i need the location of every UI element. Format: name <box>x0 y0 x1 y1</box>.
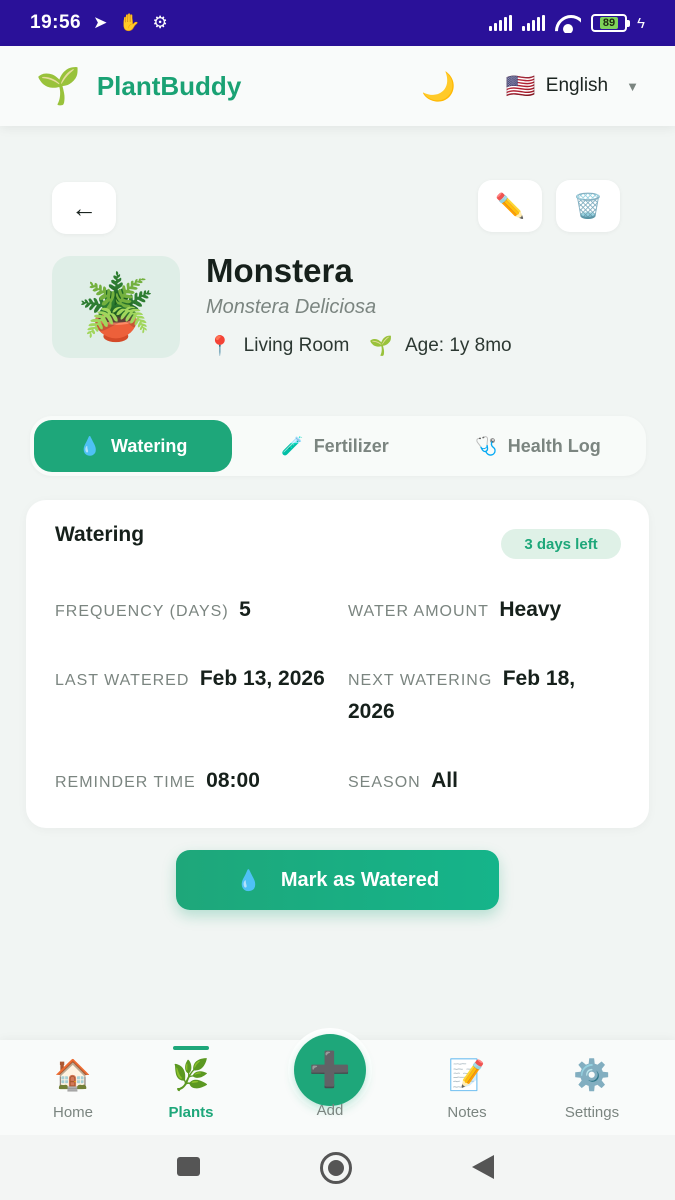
nav-plants[interactable]: 🌿 Plants <box>131 1040 251 1135</box>
arrow-left-icon: ← <box>71 192 97 223</box>
battery-level: 89 <box>599 17 619 29</box>
field-label: FREQUENCY (DAYS) <box>55 603 229 620</box>
plant-image: 🪴 <box>52 256 180 358</box>
stethoscope-icon: 🩺 <box>475 435 498 456</box>
water-drop-icon: 💧 <box>235 869 261 892</box>
water-amount-field: WATER AMOUNT Heavy <box>348 594 618 627</box>
gear-icon: ⚙ <box>152 13 168 32</box>
tab-fertilizer[interactable]: 🧪 Fertilizer <box>232 420 438 472</box>
tab-label: Fertilizer <box>313 435 389 456</box>
mark-as-watered-button[interactable]: 💧 Mark as Watered <box>176 850 499 910</box>
potted-plant-icon: 🪴 <box>76 270 156 343</box>
field-value: 08:00 <box>206 769 260 792</box>
nav-label: Plants <box>168 1104 214 1121</box>
field-label: WATER AMOUNT <box>348 603 489 620</box>
plant-location: 📍 Living Room <box>208 334 349 358</box>
tab-label: Health Log <box>507 435 601 456</box>
tab-health-log[interactable]: 🩺 Health Log <box>438 420 638 472</box>
active-indicator <box>173 1046 209 1050</box>
test-tube-icon: 🧪 <box>281 435 304 456</box>
telegram-icon: ➤ <box>93 13 108 32</box>
field-label: REMINDER TIME <box>55 774 196 791</box>
app-title: PlantBuddy <box>96 70 242 101</box>
memo-icon: 📝 <box>448 1059 486 1092</box>
charging-icon: ϟ <box>637 14 645 32</box>
plant-name: Monstera <box>206 252 353 289</box>
status-system-icons: 89 ϟ <box>489 13 645 33</box>
battery-icon: 89 <box>591 14 631 32</box>
plant-meta: 📍 Living Room 🌱 Age: 1y 8mo <box>208 334 512 358</box>
pin-icon: 📍 <box>208 336 232 357</box>
field-value: Heavy <box>499 598 562 621</box>
wifi-icon <box>555 13 581 33</box>
sprout-icon: 🌱 <box>369 336 393 357</box>
water-drop-icon: 💧 <box>78 435 102 456</box>
back-button[interactable]: ← <box>52 182 116 234</box>
plus-icon: ➕ <box>308 1051 352 1089</box>
add-plant-button[interactable]: ➕ <box>288 1028 372 1112</box>
next-watering-field: NEXT WATERING Feb 18, 2026 <box>348 663 618 729</box>
season-field: SEASON All <box>348 765 618 798</box>
watering-card: Watering 3 days left FREQUENCY (DAYS) 5 … <box>26 500 649 828</box>
back-triangle-icon[interactable] <box>472 1155 494 1179</box>
recent-apps-icon[interactable] <box>177 1157 200 1176</box>
signal-icon <box>489 15 513 31</box>
field-label: LAST WATERED <box>55 672 190 689</box>
nav-settings[interactable]: ⚙️ Settings <box>532 1040 652 1135</box>
plant-location-label: Living Room <box>243 335 350 356</box>
field-value: All <box>431 769 458 792</box>
language-selector[interactable]: 🇺🇸 English ▼ <box>506 72 639 101</box>
last-watered-field: LAST WATERED Feb 13, 2026 <box>55 663 325 696</box>
plant-scientific-name: Monstera Deliciosa <box>206 296 377 318</box>
care-tabs: 💧 Watering 🧪 Fertilizer 🩺 Health Log <box>30 416 646 476</box>
nav-label: Home <box>52 1104 93 1121</box>
delete-button[interactable]: 🗑️ <box>556 180 620 232</box>
tab-watering[interactable]: 💧 Watering <box>34 420 232 472</box>
signal-icon-2 <box>522 15 546 31</box>
language-label: English <box>545 75 609 96</box>
chevron-down-icon: ▼ <box>626 78 639 94</box>
gear-icon: ⚙️ <box>573 1059 611 1092</box>
plant-age-label: Age: 1y 8mo <box>404 335 512 356</box>
system-nav-bar <box>0 1135 675 1200</box>
house-icon: 🏠 <box>54 1059 92 1092</box>
herb-icon: 🌿 <box>172 1059 210 1092</box>
nav-label: Settings <box>564 1104 620 1121</box>
frequency-field: FREQUENCY (DAYS) 5 <box>55 594 325 627</box>
sprout-logo-icon: 🌱 <box>36 65 81 106</box>
nav-home[interactable]: 🏠 Home <box>13 1040 133 1135</box>
status-time: 19:56 <box>30 12 82 33</box>
add-fab-circle: ➕ <box>294 1034 366 1106</box>
tab-label: Watering <box>111 435 188 456</box>
reminder-time-field: REMINDER TIME 08:00 <box>55 765 325 798</box>
plant-age: 🌱 Age: 1y 8mo <box>369 334 511 358</box>
nav-notes[interactable]: 📝 Notes <box>407 1040 527 1135</box>
nav-label: Notes <box>447 1104 487 1121</box>
days-left-badge: 3 days left <box>501 529 621 559</box>
field-value: Feb 13, 2026 <box>199 667 325 690</box>
us-flag-icon: 🇺🇸 <box>505 72 536 100</box>
mark-as-watered-label: Mark as Watered <box>280 868 440 891</box>
dark-mode-toggle-icon[interactable]: 🌙 <box>421 70 456 103</box>
field-value: 5 <box>239 598 251 621</box>
card-title: Watering <box>55 523 145 546</box>
pencil-icon: ✏️ <box>495 192 525 220</box>
trash-icon: 🗑️ <box>573 192 603 220</box>
field-label: SEASON <box>348 774 421 791</box>
status-notification-icons: ➤ ✋ ⚙ <box>93 13 168 33</box>
hand-icon: ✋ <box>119 13 141 32</box>
edit-button[interactable]: ✏️ <box>478 180 542 232</box>
status-bar: 19:56 ➤ ✋ ⚙ 89 ϟ <box>0 0 675 46</box>
nav-add-label: Add <box>316 1102 344 1119</box>
app-header: 🌱 PlantBuddy 🌙 🇺🇸 English ▼ <box>0 46 675 126</box>
field-label: NEXT WATERING <box>348 672 493 689</box>
home-button-icon[interactable] <box>320 1152 352 1184</box>
